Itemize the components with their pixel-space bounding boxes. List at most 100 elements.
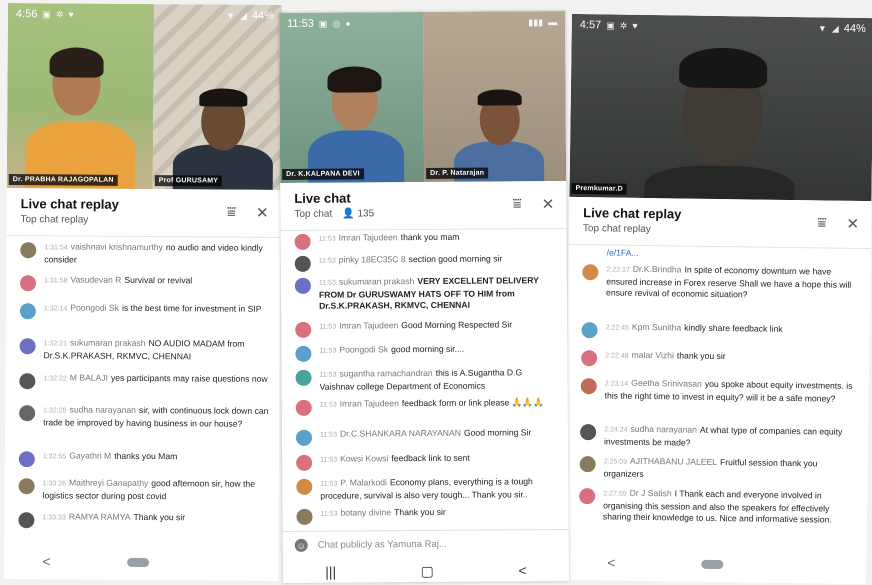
home-button[interactable]: ▢	[421, 562, 434, 579]
chat-message: 2:25:03 AJITHABANU JALEEL Fruitful session…	[565, 455, 867, 491]
timestamp: 2:25:03	[603, 458, 628, 466]
user-avatar	[294, 233, 311, 250]
timestamp: 1:31:54	[44, 244, 68, 252]
home-pill-button[interactable]	[701, 559, 724, 569]
close-icon[interactable]: ✕	[256, 204, 269, 222]
video-tile[interactable]: Dr. PRABHA RAJAGOPALAN	[6, 3, 155, 190]
author-name: Dr.C.SHANKARA NARAYANAN	[339, 427, 461, 439]
author-name: Kowsi Kowsi	[340, 453, 389, 464]
navigation-bar: <	[564, 544, 866, 584]
settings-icon: ✲	[55, 8, 64, 19]
emoji-icon[interactable]: ☺	[294, 538, 308, 552]
author-name: Imran Tajudeen	[339, 398, 399, 409]
message-text: Good Morning Respected Sir	[401, 319, 513, 331]
user-avatar	[18, 478, 35, 495]
chat-message: 11:53 Imran Tajudeen Good Morning Respecte…	[281, 319, 567, 345]
user-avatar	[18, 451, 35, 468]
chat-message-list[interactable]: /e/1FA... 2:22:17 Dr.K.Brindha In spite of…	[565, 247, 871, 547]
author-name: malar Vizhi	[631, 349, 674, 361]
back-button[interactable]: <	[607, 554, 615, 570]
chat-message: 11:53 sukumaran prakash VERY EXCELLENT DEL…	[281, 275, 567, 321]
author-name: sudha narayanan	[630, 423, 698, 435]
status-bar: 11:53 ▣ ◎ ● ▮▮▮ ▬	[279, 11, 565, 35]
chat-input[interactable]: Chat publicly as Yamuna Raj...	[318, 539, 447, 551]
video-tile[interactable]: Prof GURUSAMY	[152, 4, 283, 190]
back-button[interactable]: <	[518, 562, 526, 578]
chat-message: 1:32:25 sudha narayanan sir, with continuo…	[5, 404, 279, 452]
user-avatar	[582, 264, 599, 281]
status-bar: 4:57 ▣ ✲ ♥ ▼ ◢ 44%	[572, 14, 872, 40]
user-avatar	[18, 512, 35, 529]
author-name: sugantha ramachandran	[339, 367, 433, 379]
battery-level: 44%	[843, 22, 866, 36]
chat-message: 1:32:22 M BALAJI yes participants may rais…	[5, 372, 279, 406]
chat-filter-icon[interactable]: ⩸	[817, 214, 826, 232]
chat-message: 1:33:26 Maithreyi Ganapathy good afternoon…	[4, 477, 278, 513]
chat-header: Live chat Top chat 👤 135 ⩸ ✕	[280, 181, 567, 231]
chat-mode-select[interactable]: Top chat	[294, 209, 332, 220]
viewer-count: 👤 135	[342, 208, 374, 219]
author-name: M BALAJI	[69, 372, 109, 383]
video-grid[interactable]: Premkumar.D	[569, 13, 872, 202]
signal-icon: ▮▮▮	[528, 16, 544, 27]
close-icon[interactable]: ✕	[542, 195, 555, 213]
timestamp: 1:33:26	[42, 480, 67, 488]
navigation-bar: ||| ▢ <	[282, 558, 569, 583]
record-icon: ●	[345, 18, 351, 29]
chat-message: 11:53 Imran Tajudeen feedback form or link…	[282, 397, 568, 429]
viewer-count-value: 135	[357, 208, 375, 220]
message-text: is the best time for investment in SIP	[121, 302, 262, 314]
chat-message: 2:24:24 sudha narayanan At what type of co…	[566, 423, 868, 459]
video-tile[interactable]: Premkumar.D	[569, 13, 872, 202]
chat-message: 11:53 P. Malarkodi Economy plans, everythi…	[282, 476, 568, 508]
timestamp: 11:53	[318, 279, 336, 287]
chat-filter-icon[interactable]: ⩸	[227, 204, 236, 222]
participant-name: Dr. PRABHA RAJAGOPALAN	[8, 174, 118, 186]
user-avatar	[295, 321, 312, 338]
recents-button[interactable]: |||	[325, 564, 336, 580]
timestamp: 2:27:55	[603, 490, 627, 498]
author-name: Imran Tajudeen	[339, 320, 399, 331]
wifi-icon: ▼	[226, 10, 236, 21]
back-button[interactable]: <	[42, 553, 50, 569]
home-pill-button[interactable]	[127, 557, 150, 567]
timestamp: 2:22:48	[605, 352, 629, 360]
chat-header: Live chat replay Top chat replay ⩸ ✕	[6, 188, 281, 238]
chat-message: 11:53 Kowsi Kowsi feedback link to sent	[282, 452, 568, 478]
chat-input-bar[interactable]: ☺ Chat publicly as Yamuna Raj...	[282, 528, 569, 559]
timestamp: 1:32:22	[43, 375, 67, 383]
author-name: Kpm Sunitha	[631, 321, 682, 333]
clock: 4:56	[15, 8, 38, 21]
video-tile[interactable]: Dr. P. Natarajan	[423, 11, 567, 182]
chat-filter-icon[interactable]: ⩸	[513, 195, 522, 213]
timestamp: 1:32:55	[42, 453, 67, 461]
message-text: thanks you Mam	[114, 450, 178, 462]
author-name: vaishnavi krishnamurthy	[70, 241, 163, 253]
signal-icon: ◢	[239, 10, 247, 21]
chat-message-list[interactable]: 11:53 Imran Tajudeen thank you mam 11:53 pi…	[281, 231, 569, 530]
chat-title: Live chat replay	[583, 205, 682, 222]
chat-message: 11:53 Poongodi Sk good morning sir....	[281, 343, 567, 369]
close-icon[interactable]: ✕	[846, 215, 859, 233]
chat-message: 1:31:58 Vasudevan R Survival or revival	[6, 274, 280, 304]
chat-message: 11:53 Imran Tajudeen thank you mam	[281, 231, 567, 255]
status-bar: 4:56 ▣ ✲ ♥ ▼ ◢ 44%	[8, 3, 282, 27]
message-text: kindly share feedback link	[684, 322, 783, 334]
video-grid[interactable]: Dr. PRABHA RAJAGOPALAN Prof GURUSAMY	[6, 3, 283, 190]
notification-icon: ▣	[42, 8, 51, 19]
message-text: thank you mam	[400, 231, 460, 243]
timestamp: 11:53	[319, 347, 337, 355]
chat-message-list[interactable]: 1:31:54 vaishnavi krishnamurthy no audio a…	[4, 241, 280, 537]
chat-mode-select[interactable]: Top chat replay	[583, 223, 651, 235]
author-name: Imran Tajudeen	[338, 232, 398, 243]
people-icon: 👤	[342, 208, 355, 220]
user-avatar	[296, 508, 313, 525]
user-avatar	[294, 277, 311, 294]
author-name: Geetha Srinivasan	[631, 377, 702, 389]
chat-mode-select[interactable]: Top chat replay	[20, 214, 88, 225]
user-avatar	[296, 454, 313, 471]
video-tile[interactable]: Dr. K.KALPANA DEVI	[279, 11, 425, 184]
chat-message: 1:32:55 Gayathri Mthanks you Mam	[5, 450, 279, 479]
user-avatar	[295, 345, 312, 362]
video-grid[interactable]: Dr. K.KALPANA DEVI Dr. P. Natarajan	[279, 11, 567, 184]
